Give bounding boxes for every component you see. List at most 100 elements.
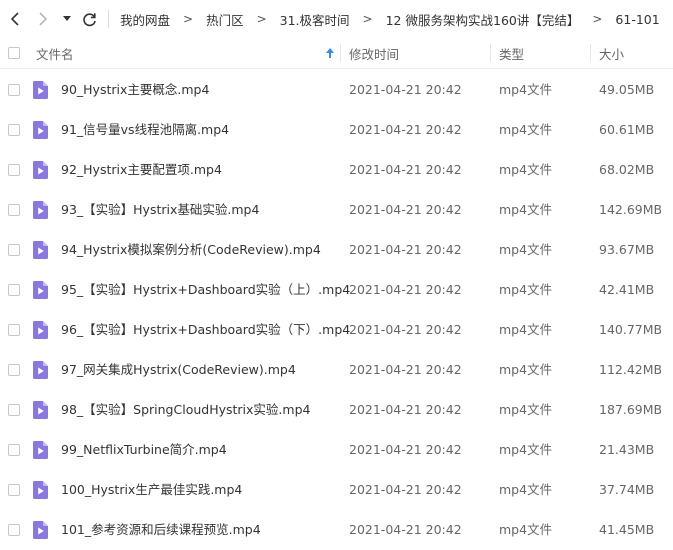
file-name[interactable]: 91_信号量vs线程池隔离.mp4 xyxy=(61,110,229,150)
file-list: 90_Hystrix主要概念.mp4 2021-04-21 20:42 mp4文… xyxy=(0,70,673,550)
file-row[interactable]: 92_Hystrix主要配置项.mp4 2021-04-21 20:42 mp4… xyxy=(0,150,673,190)
file-type: mp4文件 xyxy=(499,242,553,257)
video-file-icon xyxy=(33,161,48,179)
row-checkbox[interactable] xyxy=(8,284,20,296)
breadcrumb-separator-icon: > xyxy=(183,12,194,26)
row-checkbox[interactable] xyxy=(8,484,20,496)
refresh-button[interactable] xyxy=(78,6,100,32)
column-type-label: 类型 xyxy=(499,46,525,62)
row-checkbox[interactable] xyxy=(8,244,20,256)
video-file-icon xyxy=(33,321,48,339)
file-size: 187.69MB xyxy=(599,402,663,417)
file-type: mp4文件 xyxy=(499,402,553,417)
row-checkbox[interactable] xyxy=(8,204,20,216)
video-file-icon xyxy=(33,481,48,499)
row-checkbox[interactable] xyxy=(8,364,20,376)
file-modified: 2021-04-21 20:42 xyxy=(349,442,462,457)
file-size: 37.74MB xyxy=(599,482,655,497)
column-modified-label: 修改时间 xyxy=(349,46,400,62)
file-size: 42.41MB xyxy=(599,282,655,297)
file-type: mp4文件 xyxy=(499,122,553,137)
video-file-icon xyxy=(33,201,48,219)
row-checkbox[interactable] xyxy=(8,324,20,336)
video-file-icon xyxy=(33,401,48,419)
breadcrumb-item-course[interactable]: 12 微服务架构实战160讲【完结】 xyxy=(376,10,590,29)
column-divider xyxy=(590,44,591,62)
row-checkbox[interactable] xyxy=(8,404,20,416)
file-modified: 2021-04-21 20:42 xyxy=(349,362,462,377)
breadcrumb-item-current[interactable]: 61-101 xyxy=(605,12,669,27)
video-file-icon xyxy=(33,361,48,379)
file-row[interactable]: 100_Hystrix生产最佳实践.mp4 2021-04-21 20:42 m… xyxy=(0,470,673,510)
row-checkbox[interactable] xyxy=(8,84,20,96)
file-size: 142.69MB xyxy=(599,202,663,217)
video-file-icon xyxy=(33,241,48,259)
column-header-size[interactable]: 大小 xyxy=(599,38,669,68)
file-row[interactable]: 94_Hystrix模拟案例分析(CodeReview).mp4 2021-04… xyxy=(0,230,673,270)
file-modified: 2021-04-21 20:42 xyxy=(349,202,462,217)
file-row[interactable]: 97_网关集成Hystrix(CodeReview).mp4 2021-04-2… xyxy=(0,350,673,390)
file-name[interactable]: 94_Hystrix模拟案例分析(CodeReview).mp4 xyxy=(61,230,321,270)
column-header-name[interactable]: 文件名 xyxy=(36,38,338,68)
file-row[interactable]: 93_【实验】Hystrix基础实验.mp4 2021-04-21 20:42 … xyxy=(0,190,673,230)
column-header-modified[interactable]: 修改时间 xyxy=(349,38,489,68)
breadcrumb-item-my-disk[interactable]: 我的网盘 xyxy=(110,10,180,29)
back-button[interactable] xyxy=(4,6,26,32)
file-row[interactable]: 99_NetflixTurbine简介.mp4 2021-04-21 20:42… xyxy=(0,430,673,470)
column-header: 文件名 修改时间 类型 大小 xyxy=(0,38,673,69)
file-row[interactable]: 90_Hystrix主要概念.mp4 2021-04-21 20:42 mp4文… xyxy=(0,70,673,110)
file-name[interactable]: 93_【实验】Hystrix基础实验.mp4 xyxy=(61,190,259,230)
select-all-checkbox[interactable] xyxy=(8,47,20,59)
file-size: 60.61MB xyxy=(599,122,655,137)
history-dropdown-button[interactable] xyxy=(60,6,74,32)
file-name[interactable]: 98_【实验】SpringCloudHystrix实验.mp4 xyxy=(61,390,310,430)
file-row[interactable]: 95_【实验】Hystrix+Dashboard实验（上）.mp4 2021-0… xyxy=(0,270,673,310)
forward-button[interactable] xyxy=(32,6,54,32)
file-name[interactable]: 99_NetflixTurbine简介.mp4 xyxy=(61,430,227,470)
file-row[interactable]: 91_信号量vs线程池隔离.mp4 2021-04-21 20:42 mp4文件… xyxy=(0,110,673,150)
file-modified: 2021-04-21 20:42 xyxy=(349,242,462,257)
breadcrumb: 我的网盘 > 热门区 > 31.极客时间 > 12 微服务架构实战160讲【完结… xyxy=(110,0,673,38)
column-header-type[interactable]: 类型 xyxy=(499,38,589,68)
file-name[interactable]: 100_Hystrix生产最佳实践.mp4 xyxy=(61,470,242,510)
row-checkbox[interactable] xyxy=(8,124,20,136)
breadcrumb-item-hot-zone[interactable]: 热门区 xyxy=(196,10,254,29)
file-row[interactable]: 96_【实验】Hystrix+Dashboard实验（下）.mp4 2021-0… xyxy=(0,310,673,350)
file-type: mp4文件 xyxy=(499,522,553,537)
file-modified: 2021-04-21 20:42 xyxy=(349,282,462,297)
file-type: mp4文件 xyxy=(499,482,553,497)
file-size: 140.77MB xyxy=(599,322,663,337)
file-row[interactable]: 101_参考资源和后续课程预览.mp4 2021-04-21 20:42 mp4… xyxy=(0,510,673,550)
video-file-icon xyxy=(33,441,48,459)
file-name[interactable]: 90_Hystrix主要概念.mp4 xyxy=(61,70,209,110)
column-name-label: 文件名 xyxy=(36,46,74,62)
file-name[interactable]: 96_【实验】Hystrix+Dashboard实验（下）.mp4 xyxy=(61,310,350,350)
breadcrumb-item-geek-time[interactable]: 31.极客时间 xyxy=(270,10,360,29)
file-modified: 2021-04-21 20:42 xyxy=(349,482,462,497)
file-modified: 2021-04-21 20:42 xyxy=(349,82,462,97)
caret-down-icon xyxy=(63,16,71,21)
row-checkbox[interactable] xyxy=(8,164,20,176)
row-checkbox[interactable] xyxy=(8,524,20,536)
file-modified: 2021-04-21 20:42 xyxy=(349,402,462,417)
file-name[interactable]: 95_【实验】Hystrix+Dashboard实验（上）.mp4 xyxy=(61,270,350,310)
file-size: 93.67MB xyxy=(599,242,655,257)
file-name[interactable]: 97_网关集成Hystrix(CodeReview).mp4 xyxy=(61,350,296,390)
refresh-icon xyxy=(82,12,96,26)
column-size-label: 大小 xyxy=(599,46,625,62)
column-divider xyxy=(490,44,491,62)
file-type: mp4文件 xyxy=(499,362,553,377)
file-type: mp4文件 xyxy=(499,322,553,337)
file-modified: 2021-04-21 20:42 xyxy=(349,122,462,137)
file-name[interactable]: 92_Hystrix主要配置项.mp4 xyxy=(61,150,222,190)
breadcrumb-separator-icon: > xyxy=(592,12,603,26)
file-name[interactable]: 101_参考资源和后续课程预览.mp4 xyxy=(61,510,261,550)
file-row[interactable]: 98_【实验】SpringCloudHystrix实验.mp4 2021-04-… xyxy=(0,390,673,430)
file-size: 21.43MB xyxy=(599,442,655,457)
file-type: mp4文件 xyxy=(499,202,553,217)
file-size: 68.02MB xyxy=(599,162,655,177)
toolbar-divider xyxy=(108,10,109,28)
row-checkbox[interactable] xyxy=(8,444,20,456)
file-modified: 2021-04-21 20:42 xyxy=(349,322,462,337)
file-modified: 2021-04-21 20:42 xyxy=(349,522,462,537)
